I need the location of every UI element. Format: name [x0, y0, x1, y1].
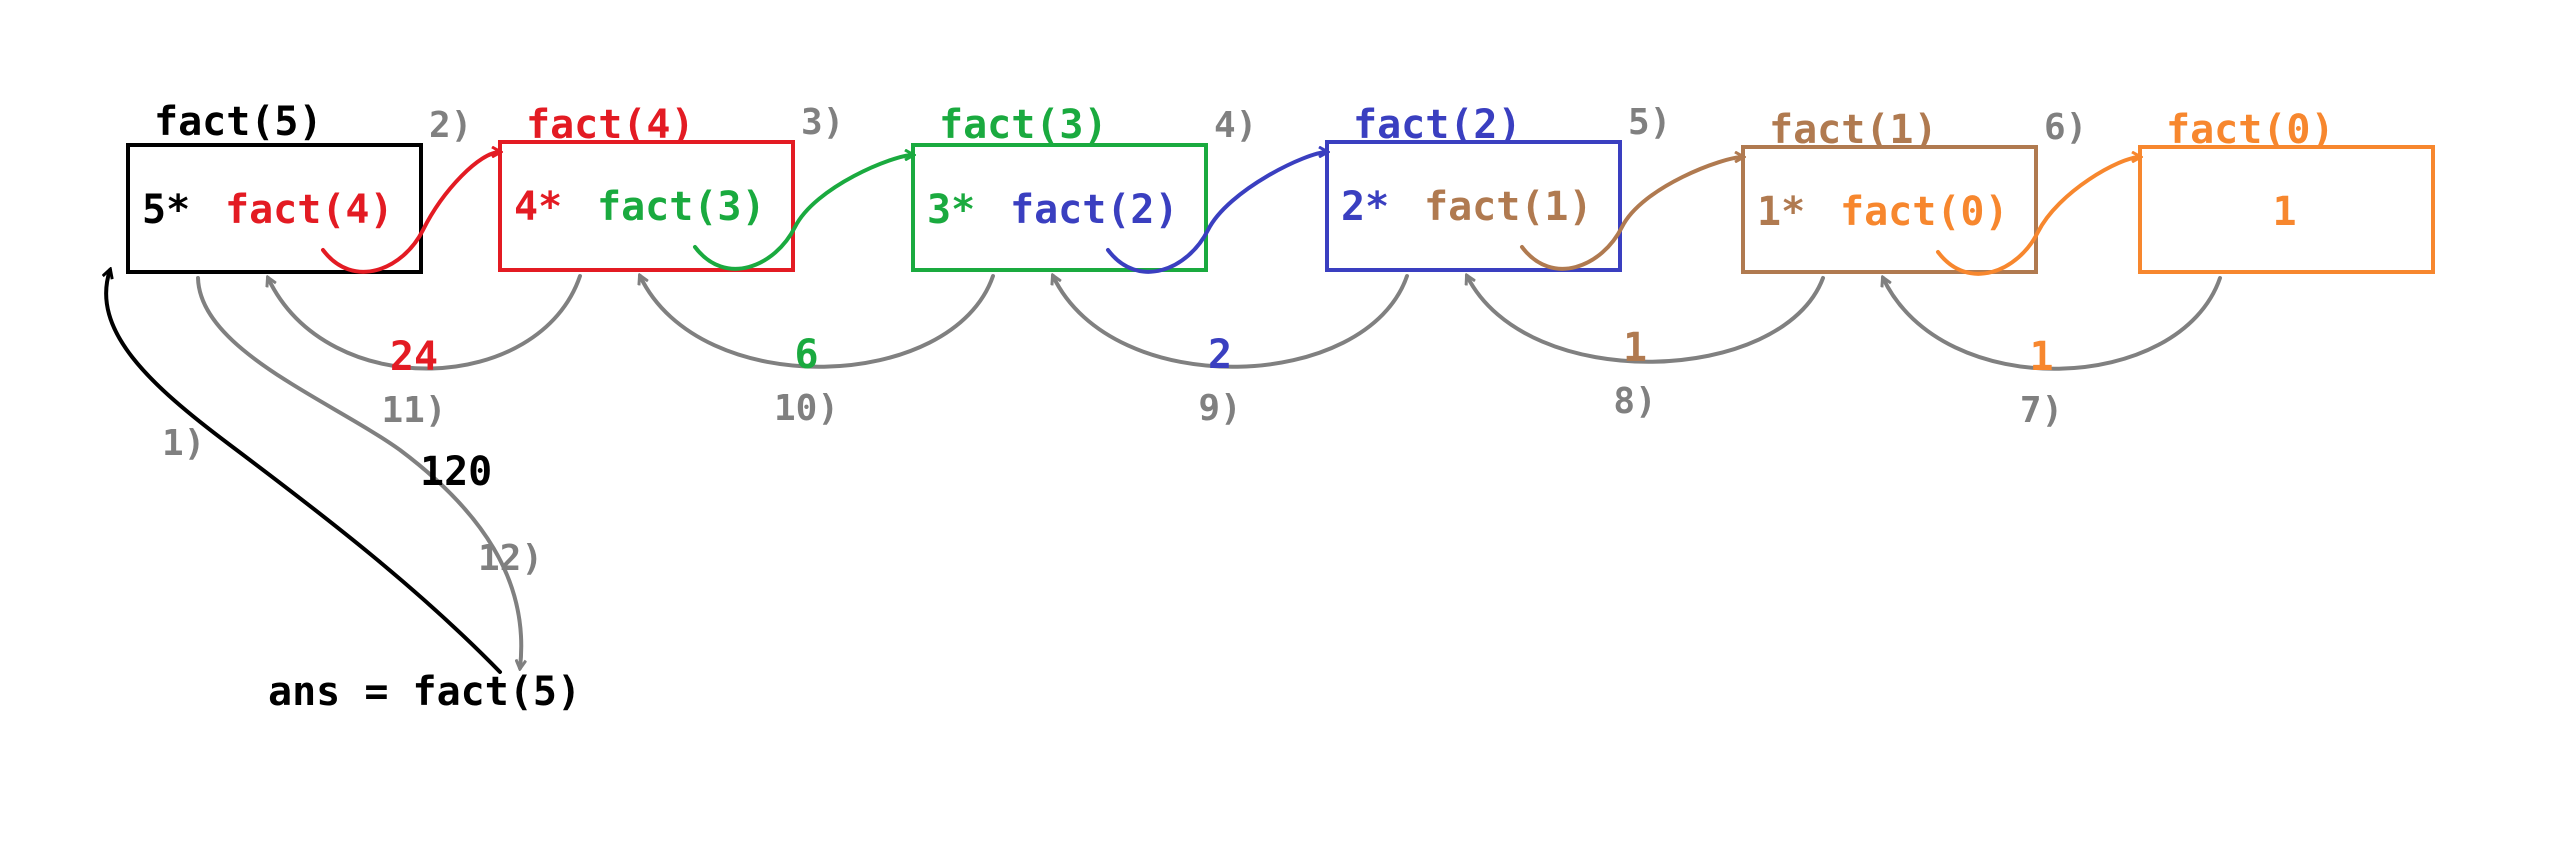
frame-prefix-fact3: 3* [927, 187, 975, 233]
call-step-label-2: 2) [429, 105, 472, 146]
return-step-label-3: 8) [1613, 381, 1656, 422]
frame-call-fact5: fact(4) [225, 187, 394, 233]
return-step-label-2: 9) [1198, 388, 1241, 429]
frame-title-fact2: fact(2) [1353, 102, 1522, 148]
return-step-label-4: 7) [2020, 390, 2063, 431]
frame-prefix-fact2: 2* [1341, 184, 1389, 230]
entry-return-step-label: 12) [478, 538, 543, 579]
frame-title-fact1: fact(1) [1769, 107, 1938, 153]
entry-result-value: 120 [420, 449, 492, 495]
frame-title-fact3: fact(3) [939, 102, 1108, 148]
call-step-label-4: 4) [1214, 105, 1257, 146]
frame-call-fact2: fact(1) [1424, 184, 1593, 230]
frame-prefix-fact4: 4* [514, 184, 562, 230]
return-value-1: 6 [794, 332, 818, 378]
call-step-label-5: 5) [1628, 102, 1671, 143]
return-step-label-0: 11) [381, 390, 446, 431]
frame-title-fact4: fact(4) [526, 102, 695, 148]
frame-call-fact4: fact(3) [597, 184, 766, 230]
frame-call-fact1: fact(0) [1840, 189, 2009, 235]
recursion-diagram: fact(5) 5* fact(4) fact(4) 4* fact(3) fact(3) 3… [0, 99, 2435, 715]
return-value-3: 1 [1623, 325, 1647, 371]
frame-call-fact3: fact(2) [1010, 187, 1179, 233]
frame-prefix-fact1: 1* [1757, 189, 1805, 235]
frame-title-fact5: fact(5) [154, 99, 323, 145]
call-step-label-6: 6) [2044, 107, 2087, 148]
frame-base-value-fact0: 1 [2273, 189, 2297, 235]
frame-title-fact0: fact(0) [2166, 107, 2335, 153]
return-step-label-1: 10) [774, 388, 839, 429]
entry-call-step-label: 1) [162, 423, 205, 464]
return-value-2: 2 [1208, 332, 1232, 378]
return-value-0: 24 [390, 334, 438, 380]
return-value-4: 1 [2029, 334, 2053, 380]
frame-prefix-fact5: 5* [142, 187, 190, 233]
call-step-label-3: 3) [801, 102, 844, 143]
entry-statement: ans = fact(5) [268, 669, 581, 715]
